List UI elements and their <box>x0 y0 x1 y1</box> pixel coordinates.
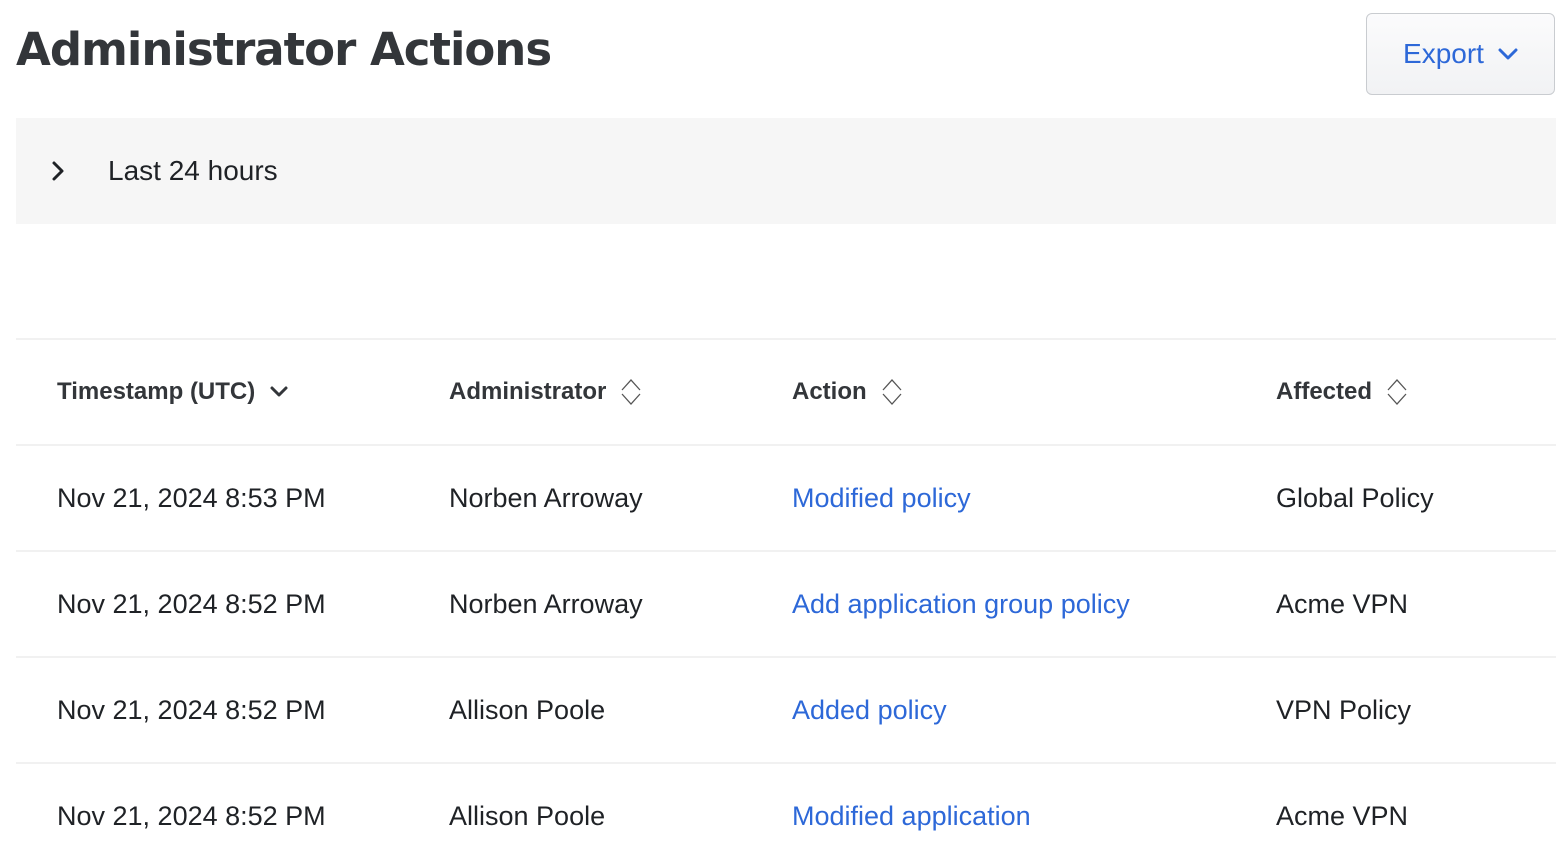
timestamp-cell: Nov 21, 2024 8:52 PM <box>57 694 326 725</box>
affected-cell: Global Policy <box>1276 482 1434 513</box>
administrator-cell: Norben Arroway <box>449 482 643 513</box>
column-header-timestamp[interactable]: Timestamp (UTC) <box>57 340 289 444</box>
affected-cell: Acme VPN <box>1276 800 1409 831</box>
time-range-filter[interactable]: Last 24 hours <box>16 118 1556 224</box>
sort-unsorted-icon <box>621 379 641 405</box>
timestamp-cell: Nov 21, 2024 8:53 PM <box>57 482 326 513</box>
timestamp-cell: Nov 21, 2024 8:52 PM <box>57 588 326 619</box>
affected-cell: Acme VPN <box>1276 588 1409 619</box>
action-link[interactable]: Add application group policy <box>792 552 1130 656</box>
table-row: Nov 21, 2024 8:52 PM Norben Arroway Add … <box>16 550 1556 656</box>
action-link[interactable]: Modified policy <box>792 446 971 550</box>
administrator-cell: Allison Poole <box>449 694 606 725</box>
table-row: Nov 21, 2024 8:52 PM Allison Poole Modif… <box>16 762 1556 868</box>
affected-cell: VPN Policy <box>1276 694 1412 725</box>
table-row: Nov 21, 2024 8:52 PM Allison Poole Added… <box>16 656 1556 762</box>
column-header-action[interactable]: Action <box>792 340 903 444</box>
time-range-label: Last 24 hours <box>108 155 278 186</box>
export-button-label: Export <box>1403 38 1484 69</box>
administrator-cell: Allison Poole <box>449 800 606 831</box>
table-row: Nov 21, 2024 8:53 PM Norben Arroway Modi… <box>16 444 1556 550</box>
table-header-row: Timestamp (UTC) Administrator Action Aff… <box>16 338 1556 444</box>
chevron-right-icon[interactable] <box>50 160 66 182</box>
sort-unsorted-icon <box>882 379 902 405</box>
column-header-affected[interactable]: Affected <box>1276 340 1408 444</box>
administrator-cell: Norben Arroway <box>449 588 643 619</box>
page-title: Administrator Actions <box>16 23 552 76</box>
admin-actions-table: Timestamp (UTC) Administrator Action Aff… <box>16 338 1556 868</box>
chevron-down-icon <box>1498 48 1518 60</box>
export-button[interactable]: Export <box>1366 13 1555 95</box>
action-link[interactable]: Added policy <box>792 658 947 762</box>
action-link[interactable]: Modified application <box>792 764 1031 868</box>
sort-descending-icon <box>270 386 288 397</box>
sort-unsorted-icon <box>1387 379 1407 405</box>
timestamp-cell: Nov 21, 2024 8:52 PM <box>57 800 326 831</box>
column-header-administrator[interactable]: Administrator <box>449 340 642 444</box>
